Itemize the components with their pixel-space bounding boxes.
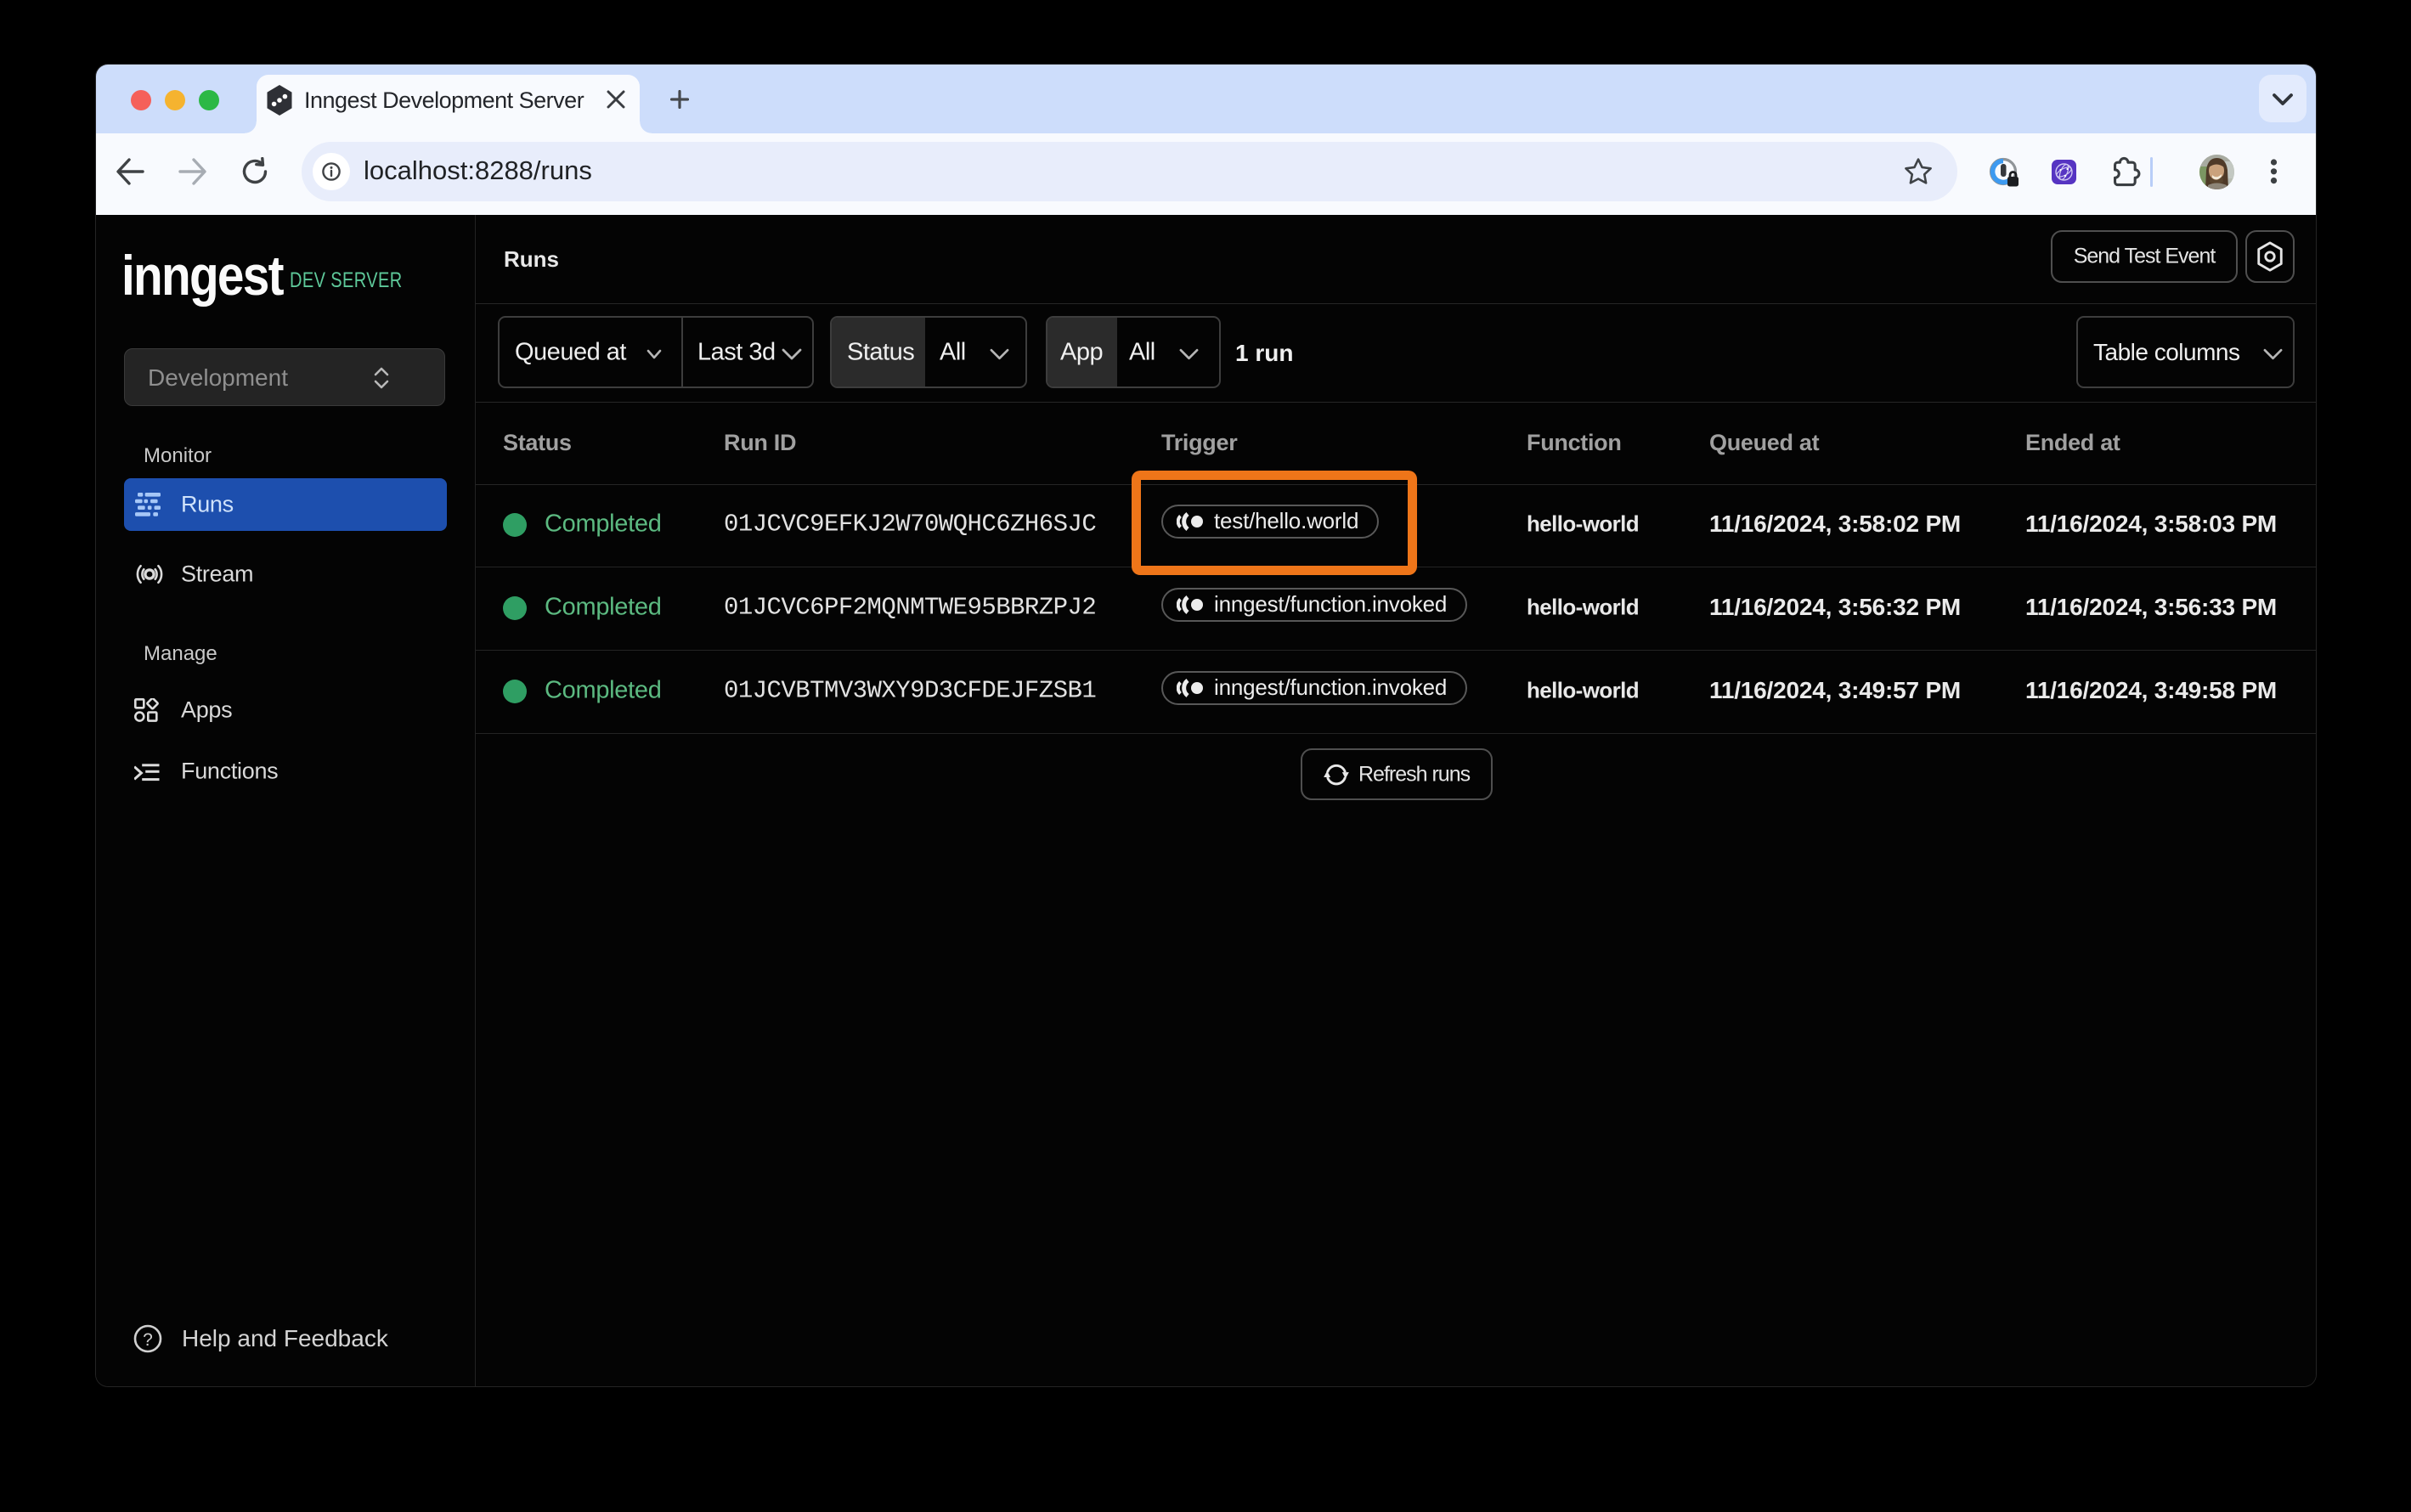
svg-text:?: ? — [143, 1330, 153, 1350]
